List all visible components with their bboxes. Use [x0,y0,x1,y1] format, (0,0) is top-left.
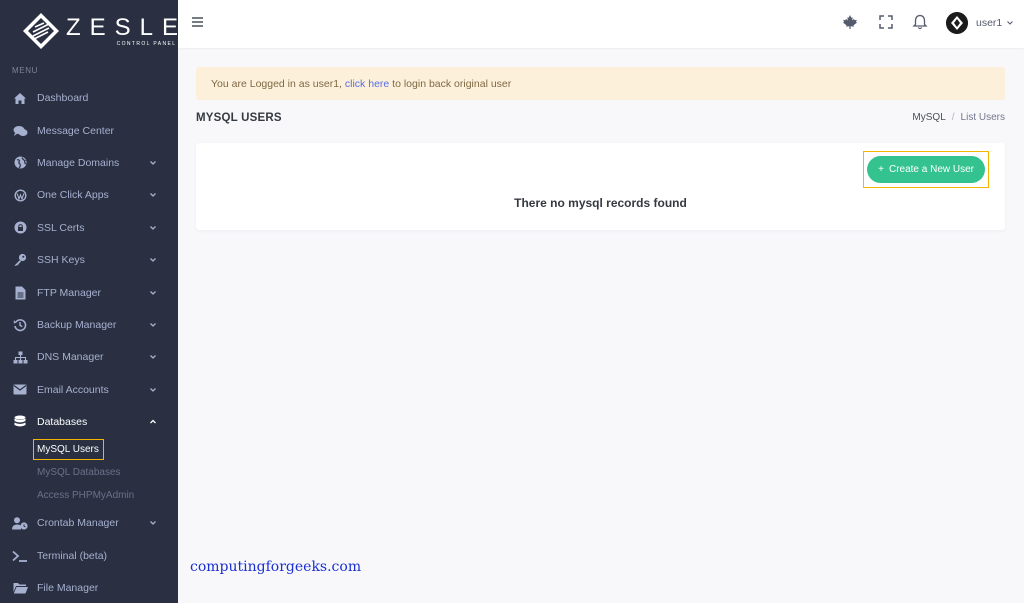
user-clock-icon [12,515,28,531]
database-icon [12,414,28,430]
sidebar-subitem-mysql-users[interactable]: MySQL Users [0,438,178,461]
logo-subtitle: CONTROL PANEL [116,40,177,47]
sidebar-item-message-center[interactable]: Message Center [0,114,178,146]
sidebar-item-label: Backup Manager [37,318,117,331]
alert-suffix: to login back original user [392,77,512,90]
breadcrumb-item-current: List Users [960,112,1005,123]
impersonation-alert: You are Logged in as user1, click here t… [196,67,1005,100]
globe-icon [12,155,28,171]
sidebar-subitem-access-phpmyadmin[interactable]: Access PHPMyAdmin [0,484,178,507]
sidebar-item-file-manager[interactable]: File Manager [0,572,178,603]
watermark: computingforgeeks.com [190,559,362,575]
sidebar-item-one-click-apps[interactable]: One Click Apps [0,179,178,211]
sidebar-item-label: SSH Keys [37,254,85,267]
chevron-down-icon [150,290,156,295]
sitemap-icon [12,349,28,365]
maple-leaf-flag-icon[interactable] [842,14,858,30]
hamburger-menu-icon[interactable] [192,17,203,27]
key-icon [12,252,28,268]
chevron-down-icon [150,258,156,263]
sidebar: ZESLE CONTROL PANEL MENU Dashboard Messa… [0,0,178,603]
sidebar-item-label: SSL Certs [37,221,85,234]
sidebar-item-email-accounts[interactable]: Email Accounts [0,374,178,406]
sidebar-item-label: Crontab Manager [37,517,119,530]
logo[interactable]: ZESLE CONTROL PANEL [0,0,178,62]
sidebar-item-ssh-keys[interactable]: SSH Keys [0,244,178,276]
sidebar-item-ftp-manager[interactable]: FTP Manager [0,276,178,308]
terminal-icon [12,548,28,564]
chevron-down-icon [150,193,156,198]
create-user-button-label: Create a New User [888,164,974,175]
breadcrumb-separator: / [951,112,955,123]
lock-icon [12,220,28,236]
sidebar-item-label: Email Accounts [37,383,109,396]
sidebar-subitem-mysql-databases[interactable]: MySQL Databases [0,461,178,484]
home-icon [12,90,28,106]
plus-icon: + [878,164,884,175]
user-dropdown[interactable]: user1 [946,12,1014,34]
sidebar-item-terminal[interactable]: Terminal (beta) [0,540,178,572]
menu-title: MENU [12,66,38,75]
sidebar-item-label: File Manager [37,582,99,595]
sidebar-item-label: Databases [37,416,88,429]
sidebar-item-label: One Click Apps [37,189,109,202]
sidebar-item-label: Dashboard [37,92,89,105]
alert-prefix: You are Logged in as user1, [211,77,342,90]
fullscreen-icon[interactable] [878,14,894,30]
mysql-users-card: + Create a New User There no mysql recor… [196,143,1005,230]
history-icon [12,317,28,333]
sidebar-item-manage-domains[interactable]: Manage Domains [0,147,178,179]
sidebar-item-label: Message Center [37,124,115,137]
sidebar-item-label: Manage Domains [37,156,120,169]
chevron-up-icon [150,419,156,424]
sidebar-subitem-label: Access PHPMyAdmin [37,490,135,502]
login-back-link[interactable]: click here [345,78,389,90]
breadcrumb: MySQL / List Users [912,112,1005,123]
sidebar-item-backup-manager[interactable]: Backup Manager [0,309,178,341]
chevron-down-icon [150,387,156,392]
chat-icon [12,123,28,139]
page-title: MYSQL USERS [196,112,282,124]
sidebar-item-dns-manager[interactable]: DNS Manager [0,341,178,373]
chevron-down-icon [150,355,156,360]
folder-icon [12,580,28,596]
empty-state-message: There no mysql records found [514,196,687,210]
chevron-down-icon [150,161,156,165]
chevron-down-icon [1007,21,1014,25]
chevron-down-icon [150,225,156,230]
chevron-down-icon [150,521,156,526]
sidebar-item-ssl-certs[interactable]: SSL Certs [0,212,178,244]
topbar: user1 [178,0,1024,48]
sidebar-item-label: Terminal (beta) [37,549,108,562]
logo-word: ZESLE [66,13,178,41]
sidebar-item-dashboard[interactable]: Dashboard [0,82,178,114]
create-user-button[interactable]: + Create a New User [867,156,985,183]
avatar [946,12,968,34]
sidebar-item-label: FTP Manager [37,286,101,299]
button-highlight: + Create a New User [863,151,989,188]
zesle-logo-icon [22,12,60,50]
username: user1 [976,17,1003,29]
breadcrumb-item-mysql[interactable]: MySQL [912,112,945,123]
envelope-icon [12,382,28,398]
sidebar-subitem-label: MySQL Users [33,439,104,461]
sidebar-subitem-label: MySQL Databases [37,467,121,479]
bell-icon[interactable] [912,14,928,30]
sidebar-item-crontab-manager[interactable]: Crontab Manager [0,507,178,539]
sidebar-item-label: DNS Manager [37,351,104,364]
chevron-down-icon [150,322,156,327]
file-icon [12,285,28,301]
sidebar-item-databases[interactable]: Databases [0,406,178,438]
wordpress-icon [12,187,28,203]
